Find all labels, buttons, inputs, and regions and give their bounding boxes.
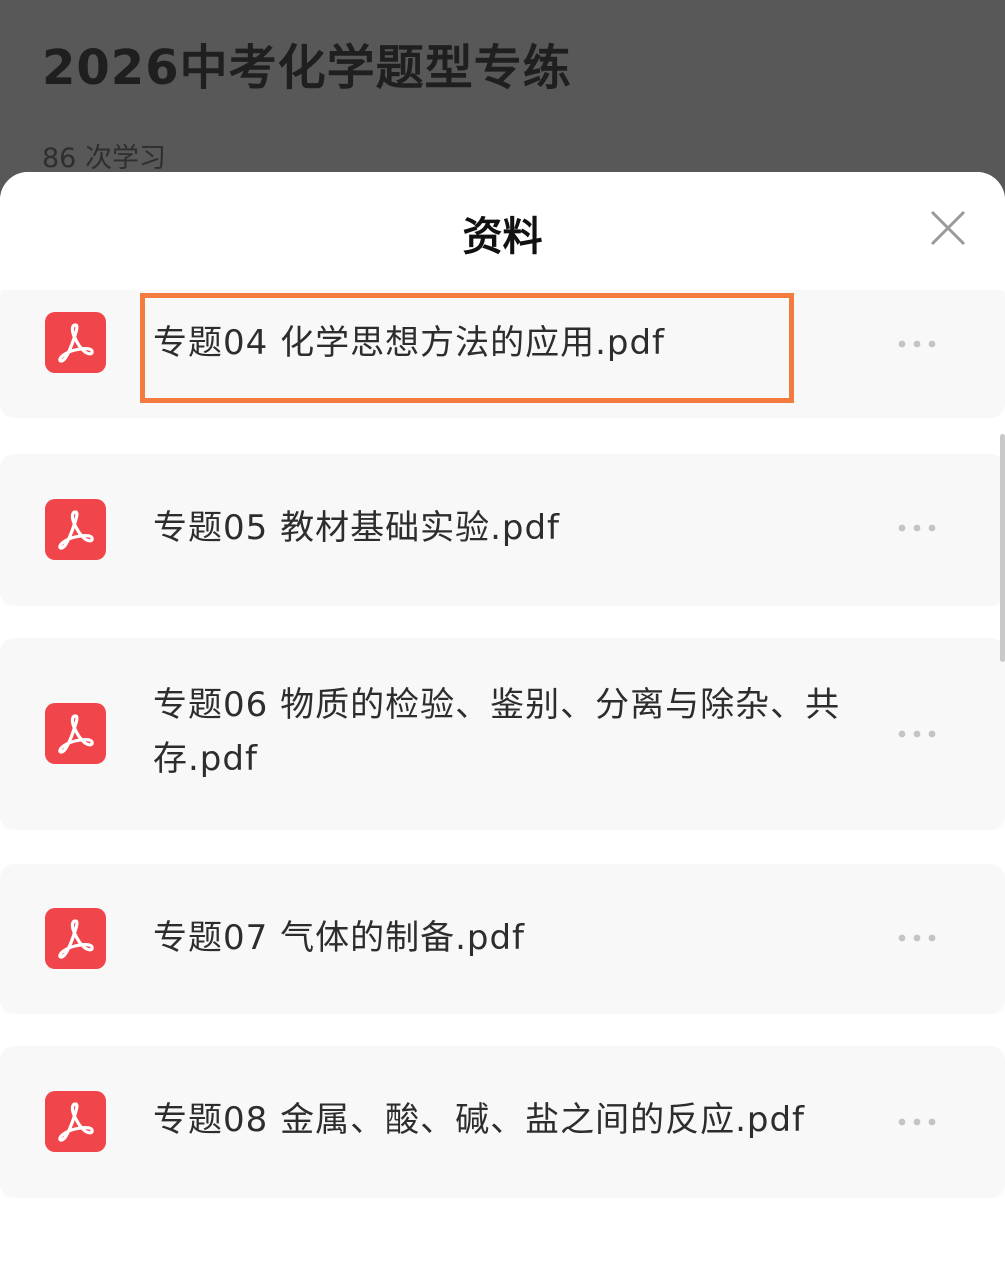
pdf-icon: [45, 1091, 106, 1152]
pdf-icon: [45, 703, 106, 764]
file-item[interactable]: 专题04 化学思想方法的应用.pdf: [0, 282, 1005, 418]
file-item[interactable]: 专题08 金属、酸、碱、盐之间的反应.pdf: [0, 1046, 1005, 1198]
sheet-header: 资料: [0, 172, 1005, 290]
file-name: 专题04 化学思想方法的应用.pdf: [153, 323, 666, 363]
close-icon[interactable]: [922, 202, 974, 254]
more-icon[interactable]: [890, 928, 944, 948]
pdf-icon: [45, 908, 106, 969]
more-icon[interactable]: [890, 518, 944, 538]
file-name: 专题07 气体的制备.pdf: [153, 918, 526, 958]
materials-sheet: 专题04 化学思想方法的应用.pdf 专题05 教材基础实验.pdf 专题06 …: [0, 172, 1005, 1280]
more-icon[interactable]: [890, 724, 944, 744]
course-header: 2026中考化学题型专练 86 次学习: [0, 0, 1005, 200]
file-name: 专题05 教材基础实验.pdf: [153, 508, 561, 548]
pdf-icon: [45, 499, 106, 560]
file-item[interactable]: 专题07 气体的制备.pdf: [0, 864, 1005, 1014]
file-name: 专题08 金属、酸、碱、盐之间的反应.pdf: [153, 1100, 806, 1140]
more-icon[interactable]: [890, 1112, 944, 1132]
more-icon[interactable]: [890, 334, 944, 354]
file-name: 专题06 物质的检验、鉴别、分离与除杂、共存.pdf: [153, 685, 841, 779]
file-item[interactable]: 专题05 教材基础实验.pdf: [0, 454, 1005, 606]
course-title: 2026中考化学题型专练: [42, 40, 572, 96]
sheet-title: 资料: [462, 214, 543, 260]
scrollbar[interactable]: [1000, 434, 1005, 662]
file-item[interactable]: 专题06 物质的检验、鉴别、分离与除杂、共存.pdf: [0, 638, 1005, 830]
pdf-icon: [45, 312, 106, 373]
file-list: 专题04 化学思想方法的应用.pdf 专题05 教材基础实验.pdf 专题06 …: [0, 172, 1005, 1280]
learn-count: 86 次学习: [42, 143, 166, 174]
